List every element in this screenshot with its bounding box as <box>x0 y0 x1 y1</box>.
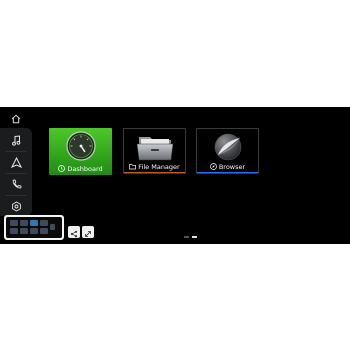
tile-label-file-manager: File Manager <box>124 162 185 171</box>
phone-icon <box>11 175 22 194</box>
navigation-arrow-icon <box>10 153 22 172</box>
share-button[interactable] <box>68 226 80 238</box>
settings-button[interactable] <box>6 197 26 215</box>
tile-label-dashboard: Dashboard <box>49 164 112 173</box>
tile-label-browser: Browser <box>197 162 258 171</box>
recent-app-thumbnail[interactable] <box>4 215 64 240</box>
small-compass-icon <box>209 163 217 170</box>
dashboard-icon <box>49 130 112 162</box>
share-icon <box>70 223 78 242</box>
clock-icon <box>58 165 66 172</box>
preview-tile <box>10 228 18 234</box>
page-indicator <box>184 236 197 238</box>
navigation-button[interactable] <box>6 153 26 171</box>
preview-tile <box>50 224 55 230</box>
file-manager-label: File Manager <box>138 162 180 171</box>
expand-button[interactable] <box>82 226 94 238</box>
app-tile-browser[interactable]: Browser <box>196 128 259 174</box>
home-icon <box>11 109 21 128</box>
thumbnail-preview <box>6 217 62 238</box>
expand-icon <box>84 223 92 242</box>
dashboard-label: Dashboard <box>67 164 103 173</box>
compass-icon <box>197 131 258 163</box>
head-unit-screen: Dashboard File Manager Browser <box>0 107 350 244</box>
page-dot[interactable] <box>184 236 189 238</box>
preview-tile <box>40 228 48 234</box>
preview-tile <box>20 228 28 234</box>
app-tile-dashboard[interactable]: Dashboard <box>49 128 112 175</box>
small-folder-icon <box>129 163 137 170</box>
music-button[interactable] <box>6 131 26 149</box>
preview-tile <box>30 228 38 234</box>
preview-tile <box>20 220 28 226</box>
preview-tile <box>30 220 38 226</box>
settings-icon <box>11 197 22 216</box>
home-button[interactable] <box>7 110 25 126</box>
folder-icon <box>124 131 185 163</box>
preview-tile <box>10 220 18 226</box>
browser-label: Browser <box>218 162 246 171</box>
page-dot-active[interactable] <box>192 236 197 238</box>
phone-button[interactable] <box>6 175 26 193</box>
side-panel <box>0 128 32 216</box>
music-note-icon <box>11 131 21 150</box>
preview-tile <box>40 220 48 226</box>
app-tile-file-manager[interactable]: File Manager <box>123 128 186 174</box>
